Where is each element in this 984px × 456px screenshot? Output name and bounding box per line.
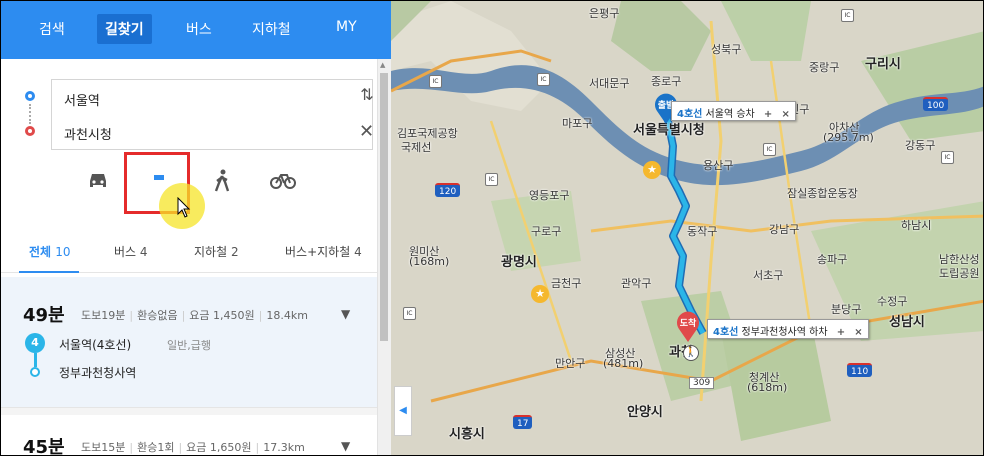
alight-dot-icon	[30, 367, 40, 377]
route-filter-tabs: 전체 10 버스 4 지하철 2 버스+지하철 4	[1, 233, 377, 273]
map-label: 도립공원	[939, 267, 980, 280]
scroll-up-arrow-icon[interactable]: ▲	[380, 61, 385, 69]
map-label: 중랑구	[809, 61, 840, 74]
origin-dot-icon	[25, 91, 35, 101]
ic-marker-icon: IC	[403, 307, 416, 320]
bicycle-icon[interactable]	[269, 169, 297, 197]
map-label: (481m)	[603, 357, 644, 370]
collapse-panel-button[interactable]: ◀	[394, 386, 412, 436]
nav-tab-subway[interactable]: 지하철	[252, 19, 291, 39]
map-label: 시흥시	[449, 427, 485, 442]
map-label: 영등포구	[529, 189, 570, 202]
tab-subway[interactable]: 지하철 2	[194, 243, 239, 260]
highway-shield: 100	[923, 97, 949, 111]
popup-close-icon[interactable]: ×	[782, 109, 790, 120]
map-label: 서초구	[753, 269, 784, 282]
map-label: 송파구	[817, 253, 848, 266]
popup-add-icon[interactable]: +	[837, 327, 845, 338]
map-label: 금천구	[551, 277, 582, 290]
route-item[interactable]: 45분 도보15분 | 환승1회 | 요금 1,650원 | 17.3km ▼	[1, 415, 377, 456]
map-view[interactable]: 은평구 종로구 서대문구 마포구 서울특별시청 김포국제공항 국제선 용산구 영…	[391, 1, 983, 455]
map-label: 하남시	[901, 219, 932, 232]
map-label: 은평구	[589, 7, 620, 20]
tab-all[interactable]: 전체 10	[29, 243, 71, 260]
nav-tab-search[interactable]: 검색	[39, 19, 65, 39]
map-label: 성남시	[889, 315, 925, 330]
origin-input[interactable]: 서울역	[51, 79, 373, 115]
clear-icon[interactable]: ✕	[359, 121, 374, 142]
active-tab-underline	[19, 271, 79, 273]
route-time: 45분	[23, 437, 65, 456]
browser-frame: 검색 길찾기 버스 지하철 MY 서울역 과천시청 ⇅ ✕ 전체 10 버스 4…	[0, 0, 984, 456]
route-segment-line	[34, 353, 37, 367]
mouse-cursor-icon	[177, 196, 191, 223]
ic-marker-icon: IC	[429, 75, 442, 88]
route-meta: 도보19분 | 환승없음 | 요금 1,450원 | 18.4km	[81, 309, 308, 322]
map-label: 안양시	[627, 405, 663, 420]
route-divider	[1, 407, 377, 415]
road-number: 309	[689, 377, 715, 389]
map-label: 강동구	[905, 139, 936, 152]
map-label: 수정구	[877, 295, 908, 308]
map-label: 종로구	[651, 75, 682, 88]
tab-bus[interactable]: 버스 4	[114, 243, 148, 260]
board-type: 일반,급행	[167, 339, 211, 352]
map-label: 관악구	[621, 277, 652, 290]
walk-icon[interactable]	[211, 169, 233, 199]
map-label: 국제선	[401, 141, 432, 154]
map-label: 마포구	[562, 117, 593, 130]
expand-icon[interactable]: ▼	[341, 307, 350, 321]
map-label: (168m)	[409, 255, 450, 268]
map-label: (295.7m)	[823, 131, 874, 144]
map-label: 동작구	[687, 225, 718, 238]
map-label: 성북구	[711, 43, 742, 56]
end-marker[interactable]: 도착	[675, 311, 701, 342]
nav-tab-my[interactable]: MY	[336, 19, 357, 35]
tab-bus-subway[interactable]: 버스+지하철 4	[285, 243, 362, 260]
route-time: 49분	[23, 305, 65, 326]
highway-shield: 110	[847, 363, 873, 377]
map-label: (618m)	[747, 381, 788, 394]
destination-dot-icon	[25, 126, 35, 136]
popup-close-icon[interactable]: ×	[854, 327, 862, 338]
map-label: 강남구	[769, 223, 800, 236]
line-4-badge-icon: 4	[25, 333, 45, 353]
scrollbar-thumb[interactable]	[380, 73, 388, 341]
map-label: 잠실종합운동장	[787, 187, 858, 200]
map-label: 구로구	[531, 225, 562, 238]
map-label: 분당구	[831, 303, 862, 316]
alight-station: 정부과천청사역	[59, 366, 137, 380]
map-label: 광명시	[501, 255, 537, 270]
swap-icon[interactable]: ⇅	[359, 85, 375, 104]
route-meta: 도보15분 | 환승1회 | 요금 1,650원 | 17.3km	[81, 441, 305, 454]
map-label: 만안구	[555, 357, 586, 370]
ic-marker-icon: IC	[941, 151, 954, 164]
end-popup[interactable]: 4호선 정부과천청사역 하차 + ×	[707, 319, 869, 339]
ic-marker-icon: IC	[537, 73, 550, 86]
map-label: 용산구	[703, 159, 734, 172]
car-icon[interactable]	[86, 169, 110, 197]
map-label: 구리시	[865, 57, 901, 72]
board-station: 서울역(4호선)	[59, 338, 132, 352]
top-navigation: 검색 길찾기 버스 지하철 MY	[1, 1, 391, 59]
highway-shield: 17	[513, 415, 533, 429]
expand-icon[interactable]: ▼	[341, 439, 350, 453]
star-poi-icon: ★	[531, 285, 549, 303]
highway-shield: 120	[435, 183, 461, 197]
map-label: 서대문구	[589, 77, 630, 90]
ic-marker-icon: IC	[841, 9, 854, 22]
ic-marker-icon: IC	[763, 143, 776, 156]
nav-tab-directions[interactable]: 길찾기	[97, 14, 152, 44]
destination-input[interactable]: 과천시청	[51, 114, 373, 150]
start-popup[interactable]: 4호선 서울역 승차 + ×	[671, 101, 796, 121]
ic-marker-icon: IC	[485, 173, 498, 186]
walk-segment-icon: 🚶	[683, 345, 699, 361]
route-item[interactable]: 49분 도보19분 | 환승없음 | 요금 1,450원 | 18.4km ▼ 4 서울역(…	[1, 277, 377, 407]
star-poi-icon: ★	[643, 161, 661, 179]
directions-panel: 검색 길찾기 버스 지하철 MY 서울역 과천시청 ⇅ ✕ 전체 10 버스 4…	[1, 1, 391, 456]
route-connector	[29, 104, 31, 124]
popup-add-icon[interactable]: +	[764, 109, 772, 120]
nav-tab-bus[interactable]: 버스	[186, 19, 212, 39]
